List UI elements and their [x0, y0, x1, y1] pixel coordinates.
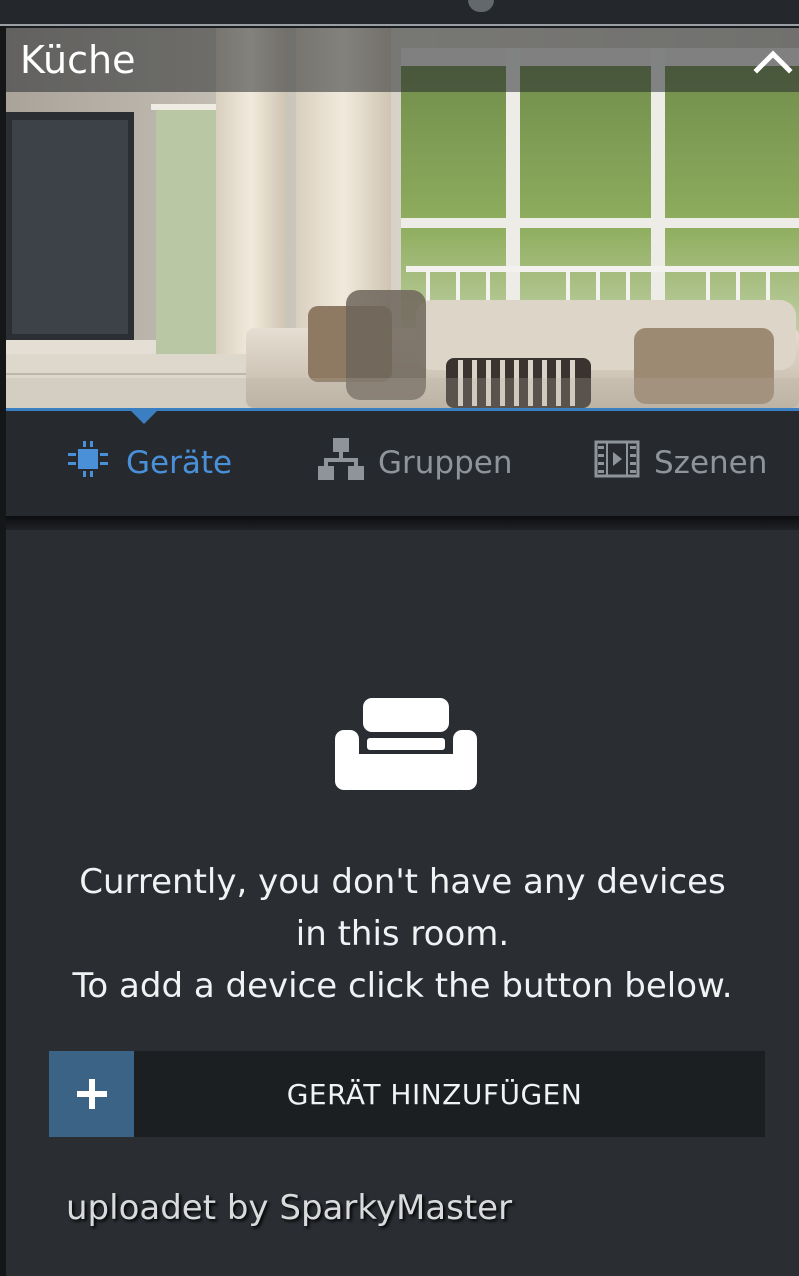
- add-device-button[interactable]: GERÄT HINZUFÜGEN: [49, 1051, 765, 1137]
- film-icon: [594, 440, 640, 486]
- tab-szenen[interactable]: Szenen: [594, 440, 768, 486]
- status-bar: [0, 0, 799, 26]
- tab-gruppen-label: Gruppen: [378, 445, 513, 481]
- tab-geraete-label: Geräte: [126, 445, 233, 481]
- tab-bar-shadow: [6, 516, 799, 530]
- devices-panel: Currently, you don't have any devices in…: [6, 530, 799, 1276]
- add-device-icon-box: [49, 1051, 134, 1137]
- empty-state-line: in this room.: [295, 914, 510, 954]
- status-bar-nub: [468, 0, 494, 12]
- uploader-watermark: uploadet by SparkyMaster: [66, 1188, 513, 1228]
- tab-gruppen[interactable]: Gruppen: [318, 438, 513, 485]
- empty-state-message: Currently, you don't have any devices in…: [6, 856, 799, 1012]
- empty-state-line: Currently, you don't have any devices: [79, 862, 726, 902]
- tab-bar: Geräte Gruppen Szenen: [6, 408, 799, 516]
- room-header-image: Küche: [6, 28, 799, 408]
- room-title: Küche: [20, 38, 136, 82]
- sofa-icon: [335, 698, 477, 790]
- chip-icon: [64, 441, 112, 485]
- active-tab-indicator: [130, 410, 158, 424]
- chevron-up-icon[interactable]: [751, 42, 795, 78]
- hierarchy-icon: [318, 436, 364, 490]
- plus-icon: [76, 1079, 107, 1109]
- empty-state-line: To add a device click the button below.: [72, 966, 733, 1006]
- add-device-label: GERÄT HINZUFÜGEN: [286, 1077, 583, 1111]
- tab-szenen-label: Szenen: [654, 445, 768, 481]
- tab-geraete[interactable]: Geräte: [64, 441, 232, 485]
